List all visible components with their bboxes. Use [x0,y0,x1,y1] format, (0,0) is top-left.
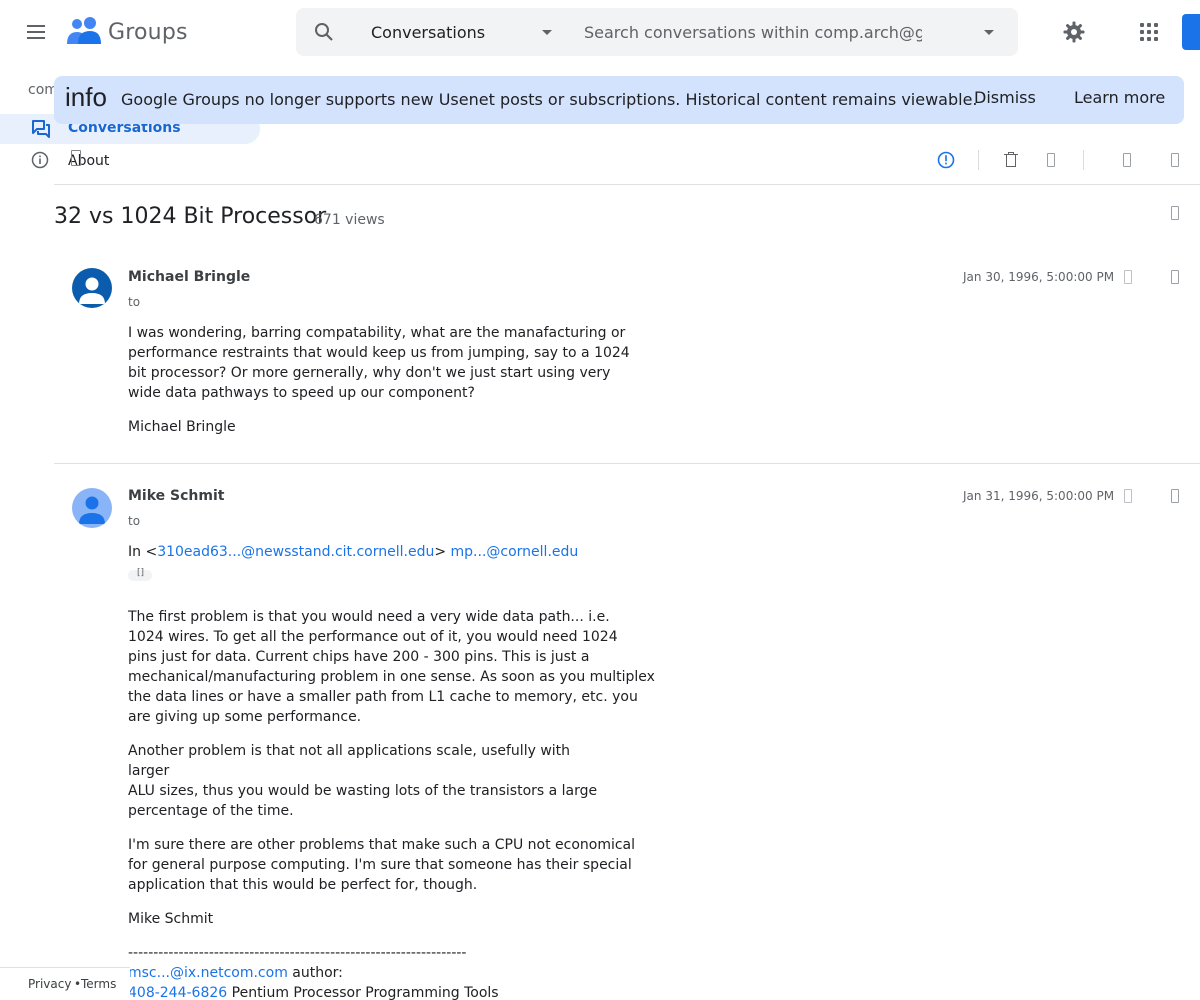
message-recipient[interactable]: to [128,295,140,309]
info-outline-icon [31,151,49,169]
footer: Privacy • Terms [0,967,130,1000]
signature-phone-link[interactable]: 408-244-6826 [128,985,227,1000]
person-icon [79,496,105,524]
signature-line: 408-244-6826 Pentium Processor Programmi… [128,983,499,1000]
report-icon[interactable] [937,151,955,169]
top-bar: Groups Conversations [0,0,1200,64]
message-body-paragraph: Another problem is that not all applicat… [128,743,598,819]
groups-logo-icon[interactable] [66,16,102,48]
print-icon[interactable] [1123,153,1131,167]
message-divider [54,463,1200,464]
show-quoted-text-button[interactable]: [] [128,568,152,581]
banner-message: Google Groups no longer supports new Use… [121,90,978,109]
reply-icon[interactable] [1124,489,1132,503]
settings-gear-icon[interactable] [1062,20,1086,44]
message-body-paragraph: I was wondering, barring compatability, … [128,325,630,401]
signature-text: author: [287,965,343,981]
person-icon [79,277,105,304]
avatar[interactable] [72,488,112,528]
info-banner: info Google Groups no longer supports ne… [54,76,1184,124]
message-recipient[interactable]: to [128,514,140,528]
signature-separator: ----------------------------------------… [128,945,467,961]
message-author[interactable]: Mike Schmit [128,488,224,504]
conversations-icon [32,120,50,138]
info-icon: info [65,82,107,112]
quote-attribution: In <310ead63...@newsstand.cit.cornell.ed… [128,542,578,562]
apps-grid-icon[interactable] [1140,23,1158,41]
search-input[interactable] [584,8,922,56]
message-body-paragraph: The first problem is that you would need… [128,609,655,725]
search-scope-label: Conversations [371,22,486,42]
dismiss-button[interactable]: Dismiss [974,88,1036,107]
thread-title: 32 vs 1024 Bit Processor [54,204,327,229]
message-more-options-icon[interactable] [1171,270,1179,284]
reply-icon[interactable] [1124,270,1132,284]
search-icon[interactable] [312,20,336,44]
message-date: Jan 30, 1996, 5:00:00 PM [963,270,1115,284]
back-arrow-icon[interactable] [71,150,81,166]
terms-link[interactable]: Terms [81,977,116,991]
main-menu-icon[interactable] [24,20,48,44]
message-signature: Mike Schmit [128,911,214,927]
privacy-link[interactable]: Privacy [28,977,71,991]
sidebar-item-about[interactable]: About [0,148,260,174]
quote-email-link[interactable]: mp...@cornell.edu [451,544,579,560]
message-body-paragraph: I'm sure there are other problems that m… [128,837,636,893]
chevron-down-icon[interactable] [542,30,552,35]
delete-icon[interactable] [1004,152,1018,168]
search-scope-select[interactable]: Conversations [371,8,571,56]
thread-more-options-icon[interactable] [1171,206,1179,220]
signature-text: Pentium Processor Programming Tools [227,985,499,1000]
message-date: Jan 31, 1996, 5:00:00 PM [963,489,1115,503]
view-count: 671 views [314,212,385,228]
toolbar-divider [1083,150,1084,170]
message-more-options-icon[interactable] [1171,489,1179,503]
signature-line: msc...@ix.netcom.com author: [128,963,343,983]
learn-more-button[interactable]: Learn more [1074,88,1165,107]
search-bar: Conversations [296,8,1018,56]
quote-toggle-label: [] [137,568,145,578]
open-in-new-icon[interactable] [1171,153,1179,167]
quote-separator: > [434,544,451,560]
quote-prefix: In < [128,544,158,560]
message-signature: Michael Bringle [128,419,236,435]
divider [54,184,1200,185]
toolbar-divider [978,150,979,170]
search-options-dropdown-icon[interactable] [984,30,994,35]
message-author[interactable]: Michael Bringle [128,269,250,285]
sign-in-button[interactable] [1182,14,1200,50]
signature-email-link[interactable]: msc...@ix.netcom.com [128,965,288,981]
avatar[interactable] [72,268,112,308]
brand-name[interactable]: Groups [108,20,188,45]
quote-message-id-link[interactable]: 310ead63...@newsstand.cit.cornell.edu [157,544,434,560]
mark-unread-icon[interactable] [1047,153,1055,167]
